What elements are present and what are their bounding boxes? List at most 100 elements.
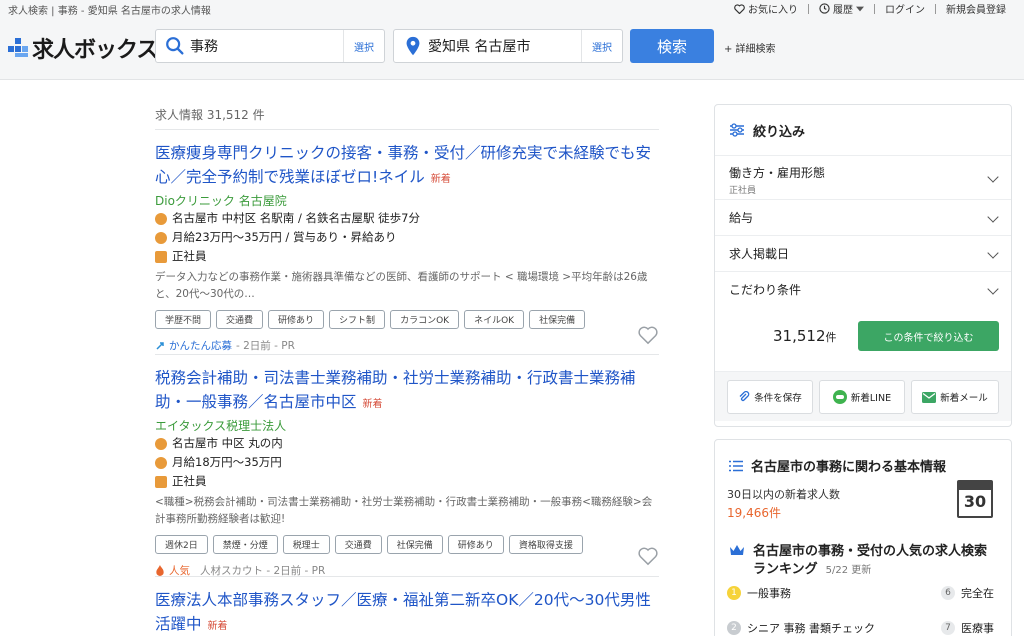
- ranking-title: 名古屋市の事務・受付の人気の求人検索: [753, 544, 988, 559]
- register-link[interactable]: 新規会員登録: [936, 1, 1016, 16]
- tag[interactable]: 資格取得支援: [508, 535, 583, 554]
- filter-row-salary[interactable]: 給与: [715, 199, 1011, 235]
- favorite-heart-icon[interactable]: [637, 325, 659, 345]
- location-search-field[interactable]: 愛知県 名古屋市 選択: [393, 29, 623, 63]
- job-salary: 月給23万円〜35万円 / 賞与あり・昇給あり: [155, 228, 659, 247]
- employment-text: 正社員: [172, 474, 207, 488]
- ranking-date: 5/22 更新: [825, 565, 872, 576]
- job-title[interactable]: 税務会計補助・司法書士業務補助・社労士業務補助・行政書士業務補助・一般事務／名古…: [155, 369, 636, 411]
- apply-filter-button[interactable]: この条件で絞り込む: [858, 321, 999, 351]
- list-icon: [729, 460, 743, 471]
- top-links: お気に入り 履歴 ログイン 新規会員登録: [724, 1, 1016, 16]
- employment-text: 正社員: [172, 249, 207, 263]
- tag[interactable]: 税理士: [282, 535, 330, 554]
- easy-apply-label: かんたん応募: [169, 340, 232, 352]
- tag[interactable]: 研修あり: [447, 535, 504, 554]
- filter-header: 絞り込み: [715, 105, 1011, 155]
- ranking-item[interactable]: 7 医療事: [941, 620, 994, 636]
- new-jobs-value: 19,466件: [727, 506, 781, 520]
- filter-row-conditions[interactable]: こだわり条件: [715, 271, 1011, 307]
- rank-number: 7: [941, 621, 955, 635]
- login-link[interactable]: ログイン: [875, 1, 935, 16]
- search-button[interactable]: 検索: [630, 29, 714, 63]
- ranking-subtitle: ランキング 5/22 更新: [753, 558, 871, 577]
- divider: [155, 576, 659, 577]
- salary-text: 月給18万円〜35万円: [172, 455, 282, 469]
- ranking-title-line2: ランキング: [753, 562, 818, 577]
- location-input[interactable]: 愛知県 名古屋市: [424, 36, 581, 56]
- job-meta: かんたん応募 - 2日前 - PR: [155, 338, 659, 353]
- tag[interactable]: カラコンOK: [390, 310, 460, 329]
- mail-notify-label: 新着メール: [940, 393, 988, 404]
- ranking-item[interactable]: 2 シニア 事務 書類チェック: [727, 620, 875, 636]
- location-select-button[interactable]: 選択: [581, 30, 622, 62]
- rank-label: シニア 事務 書類チェック: [747, 622, 875, 635]
- result-count: 求人情報 31,512 件: [155, 108, 265, 122]
- favorite-heart-icon[interactable]: [637, 546, 659, 566]
- search-icon: [166, 37, 184, 55]
- favorites-link[interactable]: お気に入り: [724, 1, 808, 16]
- tag[interactable]: 週休2日: [155, 535, 208, 554]
- heart-icon: [734, 3, 745, 14]
- tag[interactable]: 研修あり: [268, 310, 325, 329]
- job-card: 医療法人本部事務スタッフ／医療・福祉第二新卒OK／20代〜30代男性活躍中 新着: [155, 588, 659, 636]
- history-link[interactable]: 履歴: [809, 1, 874, 16]
- mail-icon: [922, 391, 937, 403]
- location-pin-icon: [406, 36, 420, 56]
- rank-label: 完全在: [961, 587, 994, 600]
- tag[interactable]: ネイルOK: [464, 310, 525, 329]
- tag[interactable]: 社保完備: [386, 535, 443, 554]
- keyword-input[interactable]: 事務: [186, 36, 343, 56]
- info-header: 名古屋市の事務に関わる基本情報: [715, 456, 960, 475]
- salary-text: 月給23万円〜35万円 / 賞与あり・昇給あり: [172, 230, 397, 244]
- job-title-link[interactable]: 医療痩身専門クリニックの接客・事務・受付／研修充実で未経験でも安心／完全予約制で…: [155, 141, 659, 192]
- tag-list: 週休2日 禁煙・分煙 税理士 交通費 社保完備 研修あり 資格取得支援: [155, 535, 659, 554]
- rank-number: 6: [941, 586, 955, 600]
- keyword-search-field[interactable]: 事務 選択: [155, 29, 385, 63]
- location-icon: [155, 212, 167, 225]
- tag[interactable]: 禁煙・分煙: [212, 535, 278, 554]
- keyword-select-button[interactable]: 選択: [343, 30, 384, 62]
- filter-count-value: 31,512: [773, 327, 826, 345]
- job-title-link[interactable]: 医療法人本部事務スタッフ／医療・福祉第二新卒OK／20代〜30代男性活躍中 新着: [155, 588, 659, 636]
- tag[interactable]: 学歴不問: [155, 310, 212, 329]
- job-card: 税務会計補助・司法書士業務補助・社労士業務補助・行政書士業務補助・一般事務／名古…: [155, 366, 659, 578]
- briefcase-icon: [155, 475, 167, 488]
- line-notify-button[interactable]: 新着LINE: [819, 380, 905, 414]
- filter-row-posted[interactable]: 求人掲載日: [715, 235, 1011, 271]
- save-condition-button[interactable]: 条件を保存: [727, 380, 813, 414]
- job-salary: 月給18万円〜35万円: [155, 453, 659, 472]
- new-badge: 新着: [362, 399, 383, 410]
- tag[interactable]: シフト制: [329, 310, 386, 329]
- advanced-search-link[interactable]: + 詳細検索: [724, 40, 776, 55]
- location-text: 名古屋市 中村区 名駅南 / 名鉄名古屋駅 徒歩7分: [172, 211, 420, 225]
- register-label: 新規会員登録: [946, 5, 1006, 16]
- filter-result-count: 31,512件: [773, 327, 837, 345]
- tag-list: 学歴不問 交通費 研修あり シフト制 カラコンOK ネイルOK 社保完備: [155, 310, 659, 329]
- tag[interactable]: 交通費: [334, 535, 382, 554]
- filter-label: 求人掲載日: [729, 247, 790, 261]
- tag[interactable]: 社保完備: [529, 310, 586, 329]
- rank-label: 医療事: [961, 622, 994, 635]
- company-name: エイタックス税理士法人: [155, 419, 287, 433]
- job-title[interactable]: 医療痩身専門クリニックの接客・事務・受付／研修充実で未経験でも安心／完全予約制で…: [155, 144, 651, 186]
- ranking-item[interactable]: 6 完全在: [941, 585, 994, 601]
- job-title-link[interactable]: 税務会計補助・司法書士業務補助・社労士業務補助・行政書士業務補助・一般事務／名古…: [155, 366, 659, 417]
- new-badge: 新着: [430, 174, 451, 185]
- job-card: 医療痩身専門クリニックの接客・事務・受付／研修充実で未経験でも安心／完全予約制で…: [155, 141, 659, 353]
- filter-title: 絞り込み: [753, 124, 806, 140]
- tag[interactable]: 交通費: [216, 310, 264, 329]
- filter-sub: 正社員: [729, 186, 757, 196]
- briefcase-icon: [155, 250, 167, 263]
- sliders-icon: [730, 123, 744, 137]
- easy-apply-icon: [156, 341, 164, 350]
- line-icon: [832, 390, 847, 404]
- job-employment: 正社員: [155, 472, 659, 491]
- ranking-item[interactable]: 1 一般事務: [727, 585, 791, 601]
- filter-count-unit: 件: [825, 331, 837, 344]
- mail-notify-button[interactable]: 新着メール: [911, 380, 999, 414]
- login-label: ログイン: [885, 5, 925, 16]
- job-title[interactable]: 医療法人本部事務スタッフ／医療・福祉第二新卒OK／20代〜30代男性活躍中: [155, 591, 651, 633]
- logo[interactable]: 求人ボックス: [8, 32, 158, 64]
- filter-row-employment[interactable]: 働き方・雇用形態 正社員: [715, 155, 1011, 199]
